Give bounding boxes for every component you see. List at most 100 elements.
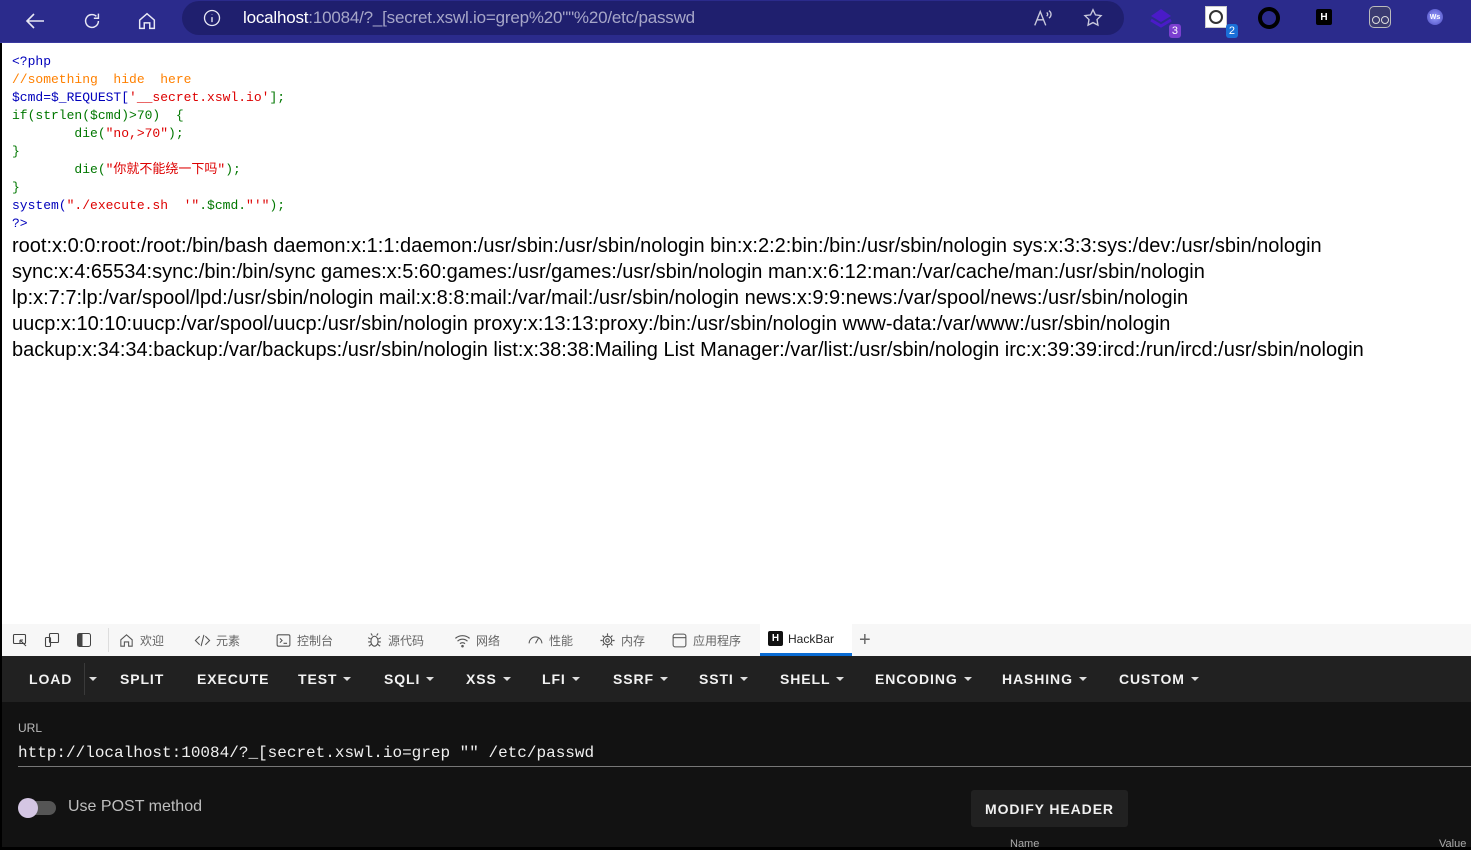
tab-sources[interactable]: 源代码 bbox=[366, 624, 424, 656]
modify-header-button[interactable]: MODIFY HEADER bbox=[971, 790, 1128, 827]
add-tab-button[interactable]: + bbox=[859, 624, 871, 656]
caret-down-icon bbox=[571, 677, 580, 681]
wifi-icon bbox=[455, 634, 470, 647]
devtools-tab-bar: 欢迎 元素 控制台 源代码 网络 性能 内存 应用程序 H HackBar + bbox=[2, 624, 1471, 657]
divider bbox=[84, 663, 85, 695]
code-var: .$cmd. bbox=[199, 198, 247, 213]
xss-menu[interactable]: XSS bbox=[466, 656, 511, 702]
extension-circle[interactable] bbox=[1258, 7, 1284, 33]
extension-hackbar[interactable]: H bbox=[1316, 9, 1342, 35]
tab-label: 元素 bbox=[216, 633, 241, 648]
button-label: LFI bbox=[542, 671, 566, 687]
tab-label: 性能 bbox=[549, 633, 574, 648]
code-line: system( bbox=[12, 198, 67, 213]
url-label: URL bbox=[18, 721, 43, 735]
home-button[interactable] bbox=[131, 5, 163, 37]
code-comment: //something hide here bbox=[12, 72, 192, 87]
info-icon[interactable] bbox=[202, 8, 222, 28]
button-label: SSTI bbox=[699, 671, 734, 687]
address-path: :10084/?_[secret.xswl.io=grep%20""%20/et… bbox=[308, 8, 695, 27]
caret-down-icon bbox=[963, 677, 972, 681]
header-name-column: Name bbox=[1010, 838, 1040, 850]
dock-side-icon[interactable] bbox=[76, 632, 92, 648]
tab-performance[interactable]: 性能 bbox=[527, 624, 573, 656]
header-value-column: Value bbox=[1439, 838, 1467, 850]
sqli-menu[interactable]: SQLI bbox=[384, 656, 435, 702]
hackbar-panel: LOAD SPLIT EXECUTE TEST SQLI XSS LFI SSR… bbox=[2, 656, 1471, 850]
caret-down-icon bbox=[739, 677, 748, 681]
code-line: die( bbox=[12, 162, 106, 177]
code-string: '__secret.xswl.io' bbox=[129, 90, 270, 105]
arrow-left-icon bbox=[25, 13, 44, 29]
tab-application[interactable]: 应用程序 bbox=[671, 624, 741, 656]
code-line: die( bbox=[12, 126, 106, 141]
split-button[interactable]: SPLIT bbox=[120, 656, 164, 702]
app-icon bbox=[672, 633, 687, 647]
ssrf-menu[interactable]: SSRF bbox=[613, 656, 668, 702]
tab-memory[interactable]: 内存 bbox=[599, 624, 645, 656]
extension-badge: 2 bbox=[1225, 24, 1238, 38]
device-emulation-icon[interactable] bbox=[44, 632, 60, 648]
test-menu[interactable]: TEST bbox=[298, 656, 352, 702]
favorite-star-icon[interactable] bbox=[1082, 7, 1104, 29]
read-aloud-icon[interactable] bbox=[1032, 7, 1054, 29]
load-dropdown-button[interactable] bbox=[86, 656, 100, 702]
refresh-icon bbox=[84, 13, 100, 29]
code-icon bbox=[194, 634, 211, 646]
address-bar[interactable]: localhost:10084/?_[secret.xswl.io=grep%2… bbox=[182, 1, 1124, 35]
execute-button[interactable]: EXECUTE bbox=[197, 656, 269, 702]
tab-network[interactable]: 网络 bbox=[454, 624, 500, 656]
home-icon bbox=[138, 12, 156, 30]
console-icon bbox=[276, 633, 291, 647]
hackbar-menu: LOAD SPLIT EXECUTE TEST SQLI XSS LFI SSR… bbox=[2, 656, 1471, 702]
use-post-toggle[interactable] bbox=[18, 798, 58, 818]
tab-welcome[interactable]: 欢迎 bbox=[118, 624, 164, 656]
custom-menu[interactable]: CUSTOM bbox=[1119, 656, 1199, 702]
extension-glasses[interactable] bbox=[1369, 6, 1395, 32]
tab-label: 源代码 bbox=[388, 633, 425, 648]
back-button[interactable] bbox=[20, 5, 52, 37]
code-line: } bbox=[12, 180, 20, 195]
load-button[interactable]: LOAD bbox=[29, 656, 72, 702]
button-label: XSS bbox=[466, 671, 497, 687]
inspect-element-icon[interactable] bbox=[12, 632, 28, 648]
extension-qr[interactable]: 2 bbox=[1205, 6, 1238, 38]
code-punct: ]; bbox=[269, 90, 286, 105]
url-input[interactable] bbox=[18, 740, 1471, 767]
code-line: if(strlen($cmd)>70) { bbox=[12, 108, 184, 123]
code-line: } bbox=[12, 144, 20, 159]
ssti-menu[interactable]: SSTI bbox=[699, 656, 748, 702]
caret-down-icon bbox=[1078, 677, 1087, 681]
tab-hackbar[interactable]: H HackBar bbox=[760, 624, 852, 656]
tab-label: 控制台 bbox=[297, 633, 334, 648]
button-label: EXECUTE bbox=[197, 671, 270, 687]
use-post-label: Use POST method bbox=[68, 798, 202, 815]
hashing-menu[interactable]: HASHING bbox=[1002, 656, 1087, 702]
code-string: "'" bbox=[246, 198, 270, 213]
caret-down-icon bbox=[1190, 677, 1199, 681]
button-label: TEST bbox=[298, 671, 338, 687]
encoding-menu[interactable]: ENCODING bbox=[875, 656, 972, 702]
refresh-button[interactable] bbox=[76, 5, 108, 37]
extension-ws[interactable]: Ws bbox=[1427, 9, 1453, 35]
extension-stack[interactable]: 3 bbox=[1148, 6, 1181, 38]
tab-label: 内存 bbox=[621, 633, 646, 648]
caret-down-icon bbox=[502, 677, 511, 681]
php-source: <?php //something hide here $cmd=$_REQUE… bbox=[12, 53, 285, 233]
shell-menu[interactable]: SHELL bbox=[780, 656, 845, 702]
hackbar-icon: H bbox=[768, 631, 783, 646]
tab-elements[interactable]: 元素 bbox=[194, 624, 240, 656]
lfi-menu[interactable]: LFI bbox=[542, 656, 580, 702]
button-label: CUSTOM bbox=[1119, 671, 1185, 687]
extension-badge: 3 bbox=[1168, 24, 1181, 38]
button-label: LOAD bbox=[29, 671, 73, 687]
caret-down-icon bbox=[659, 677, 668, 681]
divider bbox=[108, 628, 109, 652]
button-label: ENCODING bbox=[875, 671, 958, 687]
gauge-icon bbox=[528, 635, 543, 644]
caret-down-icon bbox=[89, 677, 97, 681]
tab-console[interactable]: 控制台 bbox=[275, 624, 333, 656]
php-close-tag: ?> bbox=[12, 216, 28, 231]
button-label: SSRF bbox=[613, 671, 654, 687]
address-text[interactable]: localhost:10084/?_[secret.xswl.io=grep%2… bbox=[243, 8, 695, 28]
